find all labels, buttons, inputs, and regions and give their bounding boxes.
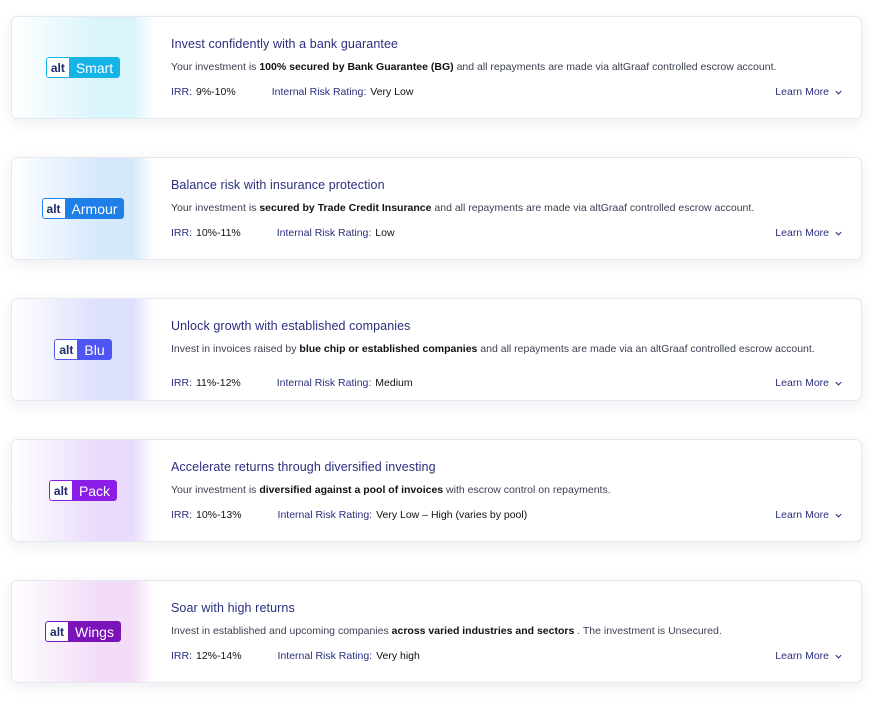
description-highlight: 100% secured by Bank Guarantee (BG)	[259, 61, 454, 73]
description-highlight: secured by Trade Credit Insurance	[259, 202, 432, 214]
description-text: Your investment is	[171, 61, 260, 73]
product-description: Your investment is 100% secured by Bank …	[171, 60, 821, 75]
description-text: and all repayments are made via altGraaf…	[453, 61, 777, 73]
irr-label: IRR:	[171, 86, 192, 98]
learn-more-label: Learn More	[775, 86, 829, 98]
product-list: alt Smart Invest confidently with a bank…	[0, 0, 880, 706]
risk-rating-label: Internal Risk Rating:	[276, 377, 372, 389]
product-badge: alt Wings	[45, 621, 121, 642]
risk-rating-value: Very Low – High (varies by pool)	[376, 509, 528, 521]
badge-name: Wings	[68, 621, 121, 642]
risk-rating-label: Internal Risk Rating:	[277, 509, 373, 521]
badge-name: Pack	[71, 480, 118, 501]
irr-label: IRR:	[171, 227, 192, 239]
learn-more-link[interactable]: Learn More	[775, 227, 843, 239]
product-badge: alt Blu	[54, 339, 112, 360]
chevron-down-icon	[834, 652, 843, 661]
risk-rating-value: Very high	[376, 650, 420, 662]
description-highlight: blue chip or established companies	[299, 343, 478, 355]
product-metrics: IRR: 10%-11% Internal Risk Rating: Low	[171, 227, 395, 239]
risk-rating-value: Low	[375, 227, 395, 239]
product-metrics: IRR: 12%-14% Internal Risk Rating: Very …	[171, 650, 420, 662]
irr-label: IRR:	[171, 377, 192, 389]
product-description: Your investment is secured by Trade Cred…	[171, 201, 821, 216]
product-title: Invest confidently with a bank guarantee	[171, 37, 399, 51]
product-brand-panel: alt Blu	[12, 299, 154, 400]
description-highlight: across varied industries and sectors	[391, 625, 575, 637]
description-text: with escrow control on repayments.	[443, 484, 611, 496]
product-brand-panel: alt Wings	[12, 581, 154, 682]
product-brand-panel: alt Pack	[12, 440, 154, 541]
risk-rating-value: Very Low	[370, 86, 414, 98]
risk-rating-label: Internal Risk Rating:	[277, 650, 373, 662]
description-text: . The investment is Unsecured.	[574, 625, 722, 637]
product-brand-panel: alt Smart	[12, 17, 154, 118]
product-card-pack[interactable]: alt Pack Accelerate returns through dive…	[11, 439, 862, 542]
irr-label: IRR:	[171, 650, 192, 662]
badge-name: Blu	[77, 339, 112, 360]
chevron-down-icon	[834, 229, 843, 238]
description-text: Invest in invoices raised by	[171, 343, 300, 355]
irr-label: IRR:	[171, 509, 192, 521]
badge-prefix: alt	[45, 57, 69, 78]
product-badge: alt Pack	[48, 480, 118, 501]
badge-prefix: alt	[45, 621, 69, 642]
risk-rating-label: Internal Risk Rating:	[271, 86, 367, 98]
irr-value: 11%-12%	[196, 377, 241, 389]
learn-more-label: Learn More	[775, 227, 829, 239]
description-highlight: diversified against a pool of invoices	[259, 484, 444, 496]
description-text: Your investment is	[171, 484, 260, 496]
learn-more-link[interactable]: Learn More	[775, 86, 843, 98]
description-text: Your investment is	[171, 202, 260, 214]
irr-value: 9%-10%	[196, 86, 236, 98]
product-badge: alt Armour	[41, 198, 125, 219]
product-card-wings[interactable]: alt Wings Soar with high returns Invest …	[11, 580, 862, 683]
chevron-down-icon	[834, 88, 843, 97]
badge-prefix: alt	[54, 339, 78, 360]
learn-more-label: Learn More	[775, 377, 829, 389]
chevron-down-icon	[834, 511, 843, 520]
learn-more-link[interactable]: Learn More	[775, 377, 843, 389]
learn-more-label: Learn More	[775, 509, 829, 521]
badge-name: Smart	[68, 57, 121, 78]
product-metrics: IRR: 9%-10% Internal Risk Rating: Very L…	[171, 86, 413, 98]
product-card-smart[interactable]: alt Smart Invest confidently with a bank…	[11, 16, 862, 119]
chevron-down-icon	[834, 379, 843, 388]
description-text: and all repayments are made via altGraaf…	[431, 202, 755, 214]
product-title: Balance risk with insurance protection	[171, 178, 385, 192]
learn-more-link[interactable]: Learn More	[775, 650, 843, 662]
badge-name: Armour	[64, 198, 125, 219]
product-metrics: IRR: 11%-12% Internal Risk Rating: Mediu…	[171, 377, 413, 389]
learn-more-link[interactable]: Learn More	[775, 509, 843, 521]
product-title: Unlock growth with established companies	[171, 319, 411, 333]
product-description: Your investment is diversified against a…	[171, 483, 821, 498]
product-metrics: IRR: 10%-13% Internal Risk Rating: Very …	[171, 509, 527, 521]
product-brand-panel: alt Armour	[12, 158, 154, 259]
description-text: and all repayments are made via an altGr…	[477, 343, 815, 355]
learn-more-label: Learn More	[775, 650, 829, 662]
irr-value: 12%-14%	[196, 650, 242, 662]
description-text: Invest in established and upcoming compa…	[171, 625, 392, 637]
product-description: Invest in invoices raised by blue chip o…	[171, 342, 821, 357]
risk-rating-label: Internal Risk Rating:	[276, 227, 372, 239]
irr-value: 10%-13%	[196, 509, 242, 521]
product-description: Invest in established and upcoming compa…	[171, 624, 821, 639]
product-card-armour[interactable]: alt Armour Balance risk with insurance p…	[11, 157, 862, 260]
risk-rating-value: Medium	[375, 377, 413, 389]
badge-prefix: alt	[48, 480, 72, 501]
product-badge: alt Smart	[45, 57, 121, 78]
irr-value: 10%-11%	[196, 227, 241, 239]
badge-prefix: alt	[41, 198, 65, 219]
product-title: Soar with high returns	[171, 601, 295, 615]
product-title: Accelerate returns through diversified i…	[171, 460, 436, 474]
product-card-blu[interactable]: alt Blu Unlock growth with established c…	[11, 298, 862, 401]
